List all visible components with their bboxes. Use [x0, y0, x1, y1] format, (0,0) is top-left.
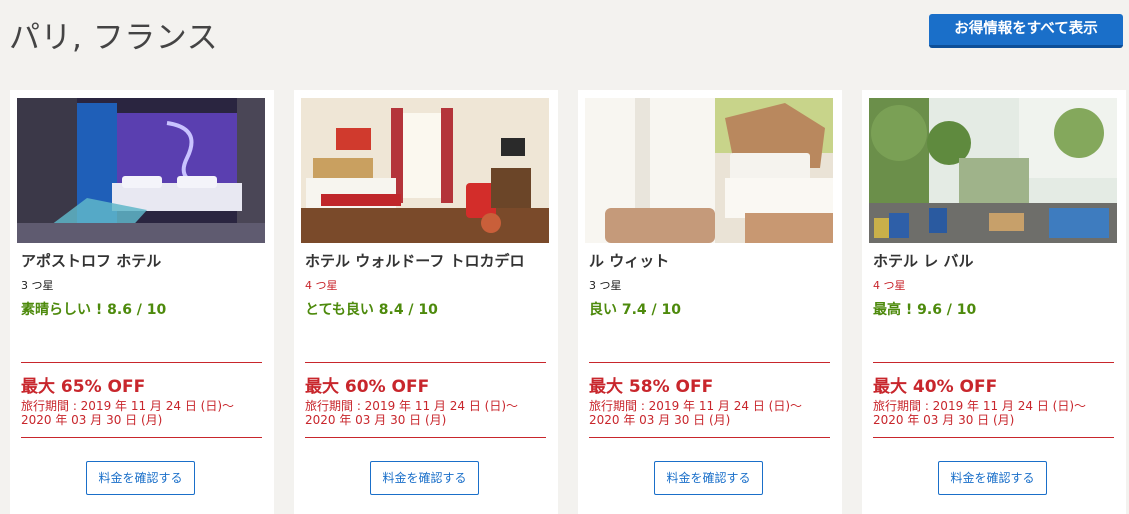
hotel-photo[interactable] — [301, 98, 549, 243]
hotel-name[interactable]: ル ウィット — [589, 250, 669, 271]
divider — [873, 437, 1114, 438]
discount-label: 最大 65% OFF — [21, 377, 146, 397]
discount-label: 最大 40% OFF — [873, 377, 998, 397]
star-rating: 3 つ星 — [589, 279, 622, 292]
star-rating: 3 つ星 — [21, 279, 54, 292]
travel-period-start: 旅行期間 : 2019 年 11 月 24 日 (日)～ — [305, 399, 519, 413]
hotel-photo[interactable] — [869, 98, 1117, 243]
travel-period-end: 2020 年 03 月 30 日 (月) — [305, 413, 447, 427]
divider — [589, 362, 830, 363]
hotel-card[interactable]: ホテル ウォルドーフ トロカデロ 4 つ星 とても良い 8.4 / 10 最大 … — [294, 90, 558, 514]
divider — [589, 437, 830, 438]
travel-period: 旅行期間 : 2019 年 11 月 24 日 (日)～ 2020 年 03 月… — [21, 399, 266, 427]
star-rating: 4 つ星 — [305, 279, 338, 292]
hotel-name[interactable]: ホテル レ バル — [873, 250, 973, 271]
check-rates-button[interactable]: 料金を確認する — [654, 461, 763, 495]
star-rating: 4 つ星 — [873, 279, 906, 292]
travel-period: 旅行期間 : 2019 年 11 月 24 日 (日)～ 2020 年 03 月… — [589, 399, 834, 427]
divider — [305, 437, 546, 438]
hotel-name[interactable]: ホテル ウォルドーフ トロカデロ — [305, 250, 525, 271]
guest-rating: 良い 7.4 / 10 — [589, 302, 682, 318]
check-rates-button[interactable]: 料金を確認する — [938, 461, 1047, 495]
travel-period: 旅行期間 : 2019 年 11 月 24 日 (日)～ 2020 年 03 月… — [873, 399, 1118, 427]
check-rates-button[interactable]: 料金を確認する — [86, 461, 195, 495]
travel-period-end: 2020 年 03 月 30 日 (月) — [21, 413, 163, 427]
hotel-card[interactable]: アポストロフ ホテル 3 つ星 素晴らしい ! 8.6 / 10 最大 65% … — [10, 90, 274, 514]
guest-rating: 素晴らしい ! 8.6 / 10 — [21, 302, 167, 318]
guest-rating: 最高 ! 9.6 / 10 — [873, 302, 977, 318]
travel-period-start: 旅行期間 : 2019 年 11 月 24 日 (日)～ — [873, 399, 1087, 413]
discount-label: 最大 58% OFF — [589, 377, 714, 397]
travel-period: 旅行期間 : 2019 年 11 月 24 日 (日)～ 2020 年 03 月… — [305, 399, 550, 427]
divider — [873, 362, 1114, 363]
divider — [21, 437, 262, 438]
hotel-card[interactable]: ホテル レ バル 4 つ星 最高 ! 9.6 / 10 最大 40% OFF 旅… — [862, 90, 1126, 514]
hotel-photo[interactable] — [585, 98, 833, 243]
travel-period-end: 2020 年 03 月 30 日 (月) — [589, 413, 731, 427]
travel-period-end: 2020 年 03 月 30 日 (月) — [873, 413, 1015, 427]
hotel-card[interactable]: ル ウィット 3 つ星 良い 7.4 / 10 最大 58% OFF 旅行期間 … — [578, 90, 842, 514]
travel-period-start: 旅行期間 : 2019 年 11 月 24 日 (日)～ — [589, 399, 803, 413]
guest-rating: とても良い 8.4 / 10 — [305, 302, 438, 318]
divider — [21, 362, 262, 363]
travel-period-start: 旅行期間 : 2019 年 11 月 24 日 (日)～ — [21, 399, 235, 413]
show-all-deals-button[interactable]: お得情報をすべて表示 — [929, 14, 1123, 48]
hotel-photo[interactable] — [17, 98, 265, 243]
check-rates-button[interactable]: 料金を確認する — [370, 461, 479, 495]
divider — [305, 362, 546, 363]
discount-label: 最大 60% OFF — [305, 377, 430, 397]
hotel-name[interactable]: アポストロフ ホテル — [21, 250, 161, 271]
page-title: パリ, フランス — [9, 20, 219, 56]
